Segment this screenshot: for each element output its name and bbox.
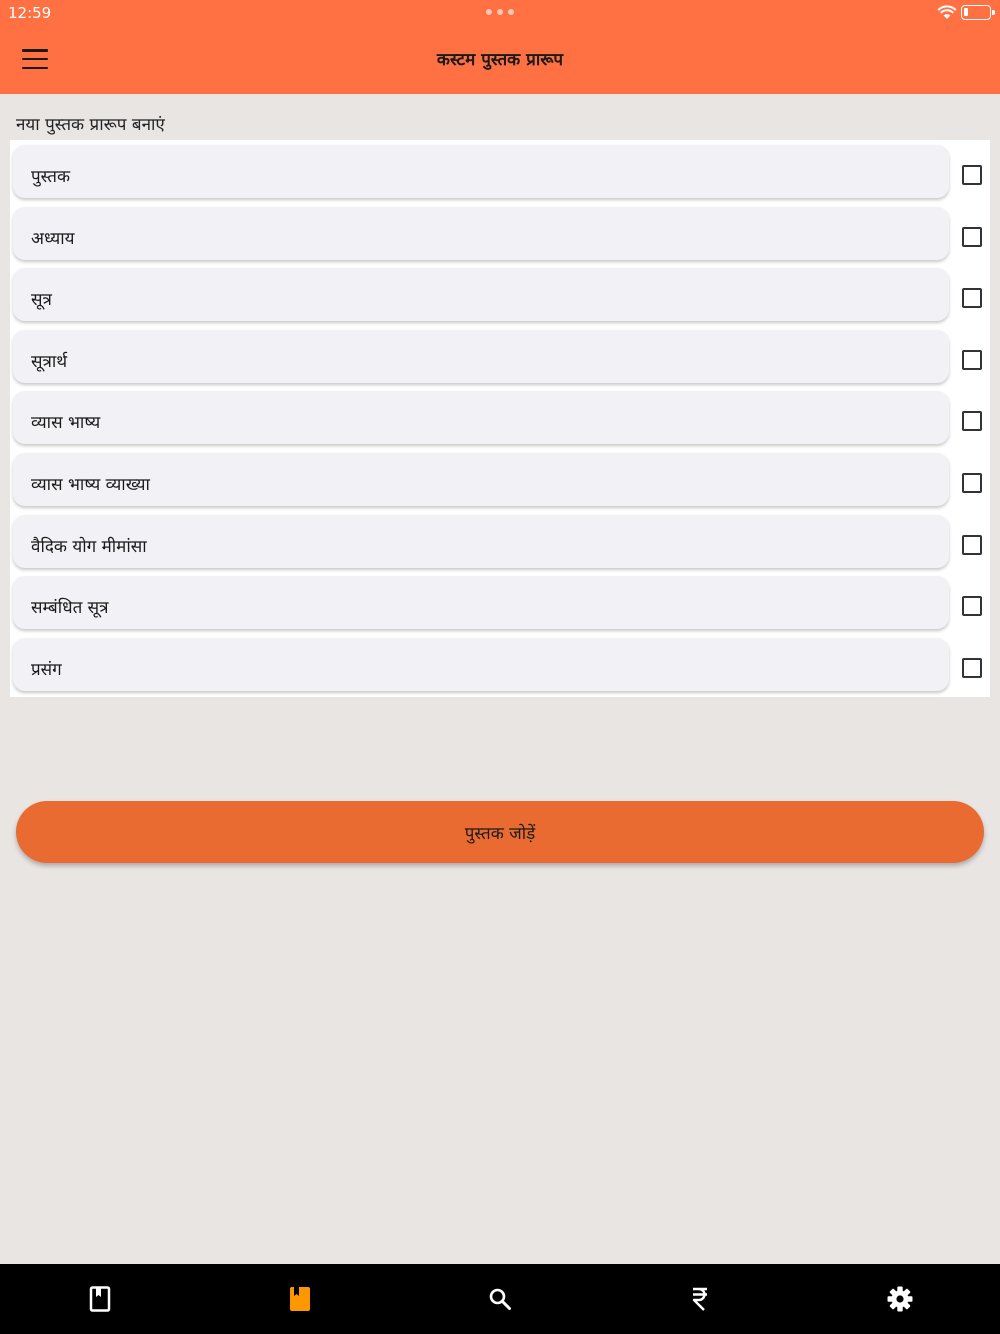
tab-search[interactable] bbox=[400, 1264, 600, 1334]
field-label: पुस्तक bbox=[31, 167, 71, 187]
field-label: व्यास भाष्य bbox=[31, 413, 101, 434]
field-checkbox[interactable] bbox=[962, 288, 982, 309]
field-row: सूत्र bbox=[10, 263, 990, 325]
page-title: कस्टम पुस्तक प्रारूप bbox=[436, 50, 564, 70]
field-card[interactable] bbox=[13, 576, 949, 630]
field-checkbox[interactable] bbox=[962, 411, 982, 432]
field-label: व्यास भाष्य व्याख्या bbox=[31, 475, 150, 495]
tab-bar bbox=[0, 1264, 1000, 1334]
field-label: प्रसंग bbox=[31, 659, 62, 680]
field-card[interactable] bbox=[13, 637, 949, 691]
settings-gear-icon bbox=[887, 1286, 913, 1312]
field-list: पुस्तक अध्याय सूत्र सूत्रार्थ व्यास भाष्य व्य… bbox=[10, 140, 990, 697]
field-label: अध्याय bbox=[31, 228, 75, 249]
field-row: व्यास भाष्य bbox=[10, 386, 990, 448]
field-card[interactable] bbox=[13, 391, 949, 445]
search-icon bbox=[488, 1287, 512, 1311]
field-label: सूत्रार्थ bbox=[31, 351, 68, 372]
status-bar: 12:59 bbox=[0, 0, 1000, 26]
field-row: प्रसंग bbox=[10, 633, 990, 695]
rupee-icon bbox=[690, 1286, 710, 1312]
status-time: 12:59 bbox=[8, 4, 52, 22]
field-checkbox[interactable] bbox=[962, 226, 982, 247]
field-card[interactable] bbox=[13, 329, 949, 383]
field-checkbox[interactable] bbox=[962, 596, 982, 617]
battery-icon bbox=[961, 5, 995, 20]
field-label: सम्बंधित सूत्र bbox=[31, 598, 109, 619]
field-row: अध्याय bbox=[10, 202, 990, 264]
tab-rupee[interactable] bbox=[600, 1264, 800, 1334]
field-row: व्यास भाष्य व्याख्या bbox=[10, 448, 990, 510]
tab-book[interactable] bbox=[200, 1264, 400, 1334]
field-card[interactable] bbox=[13, 453, 949, 506]
wifi-icon bbox=[937, 5, 957, 19]
field-row: सम्बंधित सूत्र bbox=[10, 571, 990, 633]
field-card[interactable] bbox=[13, 206, 949, 260]
field-card[interactable] bbox=[13, 514, 949, 568]
field-card[interactable] bbox=[13, 268, 949, 322]
section-label: नया पुस्तक प्रारूप बनाएं bbox=[16, 115, 165, 135]
tab-bookmark-book[interactable] bbox=[0, 1264, 200, 1334]
tab-settings-gear[interactable] bbox=[800, 1264, 1000, 1334]
bookmark-book-icon bbox=[89, 1286, 111, 1312]
field-checkbox[interactable] bbox=[962, 165, 982, 185]
field-row: सूत्रार्थ bbox=[10, 325, 990, 387]
field-card[interactable] bbox=[13, 145, 949, 198]
field-label: सूत्र bbox=[31, 290, 52, 311]
field-row: वैदिक योग मीमांसा bbox=[10, 510, 990, 572]
add-book-button[interactable]: पुस्तक जोड़ें bbox=[16, 801, 984, 863]
field-checkbox[interactable] bbox=[962, 473, 982, 493]
book-icon bbox=[289, 1286, 311, 1312]
field-checkbox[interactable] bbox=[962, 349, 982, 370]
multitasking-dots-icon bbox=[486, 9, 514, 15]
field-label: वैदिक योग मीमांसा bbox=[31, 536, 147, 557]
field-row: पुस्तक bbox=[10, 140, 990, 202]
field-checkbox[interactable] bbox=[962, 534, 982, 555]
field-checkbox[interactable] bbox=[962, 657, 982, 678]
